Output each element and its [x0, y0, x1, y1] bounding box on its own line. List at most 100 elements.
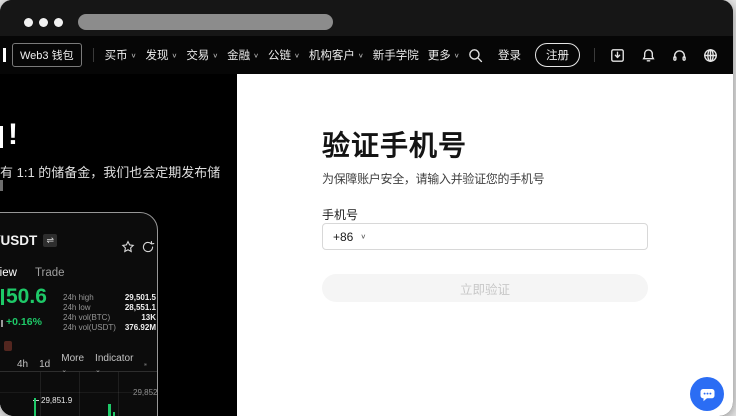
stat-value: 376.92M — [125, 324, 156, 332]
hot-badge-fragment — [4, 341, 12, 351]
clipped-price-fragment — [1, 289, 4, 305]
address-bar[interactable] — [78, 14, 333, 30]
chevron-down-icon: ∨ — [131, 51, 137, 58]
hero-panel: ! 有 1:1 的储备金，我们也会定期发布储 BTC/USDT ⇌ Overvi… — [0, 74, 237, 416]
gridline — [118, 372, 119, 416]
minimize-window-button[interactable] — [39, 18, 48, 27]
stat-row: 24h high 29,501.5 — [63, 294, 156, 302]
chart-price-label-right: 29,852.3 — [133, 388, 158, 397]
close-window-button[interactable] — [24, 18, 33, 27]
nav-item-label: 更多 — [428, 47, 451, 63]
tab-trade[interactable]: Trade — [35, 267, 65, 279]
stat-value: 29,501.5 — [125, 294, 156, 302]
candlestick — [113, 412, 115, 416]
stat-row: 24h vol(BTC) 13K — [63, 314, 156, 322]
phone-input[interactable]: +86 ∨ — [322, 223, 648, 250]
nav-item-label: 买币 — [105, 47, 128, 63]
indicator-label: Indicator — [95, 353, 133, 364]
traffic-lights[interactable] — [24, 18, 63, 27]
hero-heading: ! — [8, 118, 18, 152]
interval-1d[interactable]: 1d — [39, 359, 50, 370]
chevron-down-icon: ∨ — [358, 51, 364, 58]
nav-item-buy[interactable]: 买币 ∨ — [105, 47, 137, 63]
mini-chart[interactable]: 29,852.3 29,851.9 — [0, 371, 157, 416]
notifications-bell-icon[interactable] — [640, 47, 657, 64]
stat-label: 24h high — [63, 294, 94, 302]
stat-row: 24h vol(USDT) 376.92M — [63, 324, 156, 332]
market-widget-card: BTC/USDT ⇌ Overview Trade 50.6 +0.16% — [0, 212, 158, 416]
chat-bubble-icon — [698, 385, 717, 404]
clipped-text-fragment — [0, 180, 3, 191]
gridline — [79, 372, 80, 416]
price-change-percent: +0.16% — [6, 316, 42, 328]
chevron-down-icon: ∨ — [454, 51, 460, 58]
gridline — [40, 372, 41, 416]
nav-item-academy[interactable]: 新手学院 — [373, 47, 419, 63]
language-globe-icon[interactable] — [702, 47, 719, 64]
candlestick-settings-icon[interactable] — [144, 359, 147, 370]
favorite-star-icon[interactable] — [121, 240, 135, 254]
nav-item-label: 交易 — [186, 47, 209, 63]
nav-item-label: 金融 — [227, 47, 250, 63]
browser-chrome — [0, 0, 733, 36]
nav-item-web3-wallet[interactable]: Web3 钱包 — [12, 43, 82, 67]
chevron-down-icon: ∨ — [171, 51, 177, 58]
interval-4h[interactable]: 4h — [17, 359, 28, 370]
stat-label: 24h vol(BTC) — [63, 314, 110, 322]
clipped-heading-fragment — [0, 126, 3, 148]
nav-item-label: 机构客户 — [309, 47, 355, 63]
page-title: 验证手机号 — [322, 124, 467, 164]
page-content: ! 有 1:1 的储备金，我们也会定期发布储 BTC/USDT ⇌ Overvi… — [0, 74, 733, 416]
nav-item-label: 新手学院 — [373, 47, 419, 63]
more-label: More — [61, 353, 84, 364]
chevron-down-icon: ∨ — [253, 51, 259, 58]
clipped-change-fragment — [1, 320, 3, 327]
candlestick — [34, 398, 36, 416]
stat-row: 24h low 28,551.1 — [63, 304, 156, 312]
chevron-down-icon: ∨ — [360, 233, 366, 241]
stat-label: 24h vol(USDT) — [63, 324, 116, 332]
swap-icon[interactable]: ⇌ — [43, 234, 57, 247]
chart-price-label-left: 29,851.9 — [41, 396, 72, 405]
support-chat-button[interactable] — [690, 377, 724, 411]
verify-phone-panel: 验证手机号 为保障账户安全，请输入并验证您的手机号 手机号 +86 ∨ 立即验证 — [237, 74, 733, 416]
browser-window: Web3 钱包 买币 ∨ 发现 ∨ 交易 ∨ 金融 ∨ 公链 ∨ — [0, 0, 733, 416]
search-icon[interactable] — [467, 47, 484, 64]
main-navbar: Web3 钱包 买币 ∨ 发现 ∨ 交易 ∨ 金融 ∨ 公链 ∨ — [0, 36, 733, 74]
hero-paragraph: 有 1:1 的储备金，我们也会定期发布储 — [0, 162, 228, 181]
maximize-window-button[interactable] — [54, 18, 63, 27]
nav-item-chain[interactable]: 公链 ∨ — [268, 47, 300, 63]
widget-tabs: Overview Trade — [0, 267, 65, 279]
tab-overview[interactable]: Overview — [0, 267, 17, 279]
last-price: 50.6 — [6, 285, 47, 309]
candlestick — [108, 404, 111, 416]
nav-divider — [594, 48, 595, 62]
phone-field-label: 手机号 — [322, 206, 358, 223]
login-link[interactable]: 登录 — [498, 47, 521, 63]
nav-item-discover[interactable]: 发现 ∨ — [145, 47, 177, 63]
pair-name[interactable]: BTC/USDT — [0, 233, 37, 248]
ticker-stats: 24h high 29,501.5 24h low 28,551.1 24h v… — [63, 294, 156, 332]
verify-now-button[interactable]: 立即验证 — [322, 274, 648, 302]
stat-value: 13K — [141, 314, 156, 322]
nav-item-institutional[interactable]: 机构客户 ∨ — [309, 47, 364, 63]
stat-value: 28,551.1 — [125, 304, 156, 312]
pair-row: BTC/USDT ⇌ — [0, 233, 57, 248]
nav-item-label: 发现 — [145, 47, 168, 63]
logo-fragment — [3, 48, 6, 62]
stat-label: 24h low — [63, 304, 91, 312]
nav-divider — [93, 48, 94, 62]
chevron-down-icon: ∨ — [212, 51, 218, 58]
nav-item-more[interactable]: 更多 ∨ — [428, 47, 460, 63]
nav-items: 买币 ∨ 发现 ∨ 交易 ∨ 金融 ∨ 公链 ∨ 机构客户 ∨ — [105, 47, 460, 63]
page-subtitle: 为保障账户安全，请输入并验证您的手机号 — [322, 170, 544, 187]
country-code-selector[interactable]: +86 — [333, 230, 353, 244]
refresh-icon[interactable] — [141, 240, 155, 254]
register-button[interactable]: 注册 — [535, 43, 580, 67]
nav-item-trade[interactable]: 交易 ∨ — [186, 47, 218, 63]
download-app-icon[interactable] — [609, 47, 626, 64]
chevron-down-icon: ∨ — [294, 51, 300, 58]
nav-item-finance[interactable]: 金融 ∨ — [227, 47, 259, 63]
support-headset-icon[interactable] — [671, 47, 688, 64]
nav-right-group: 登录 注册 — [467, 43, 719, 67]
